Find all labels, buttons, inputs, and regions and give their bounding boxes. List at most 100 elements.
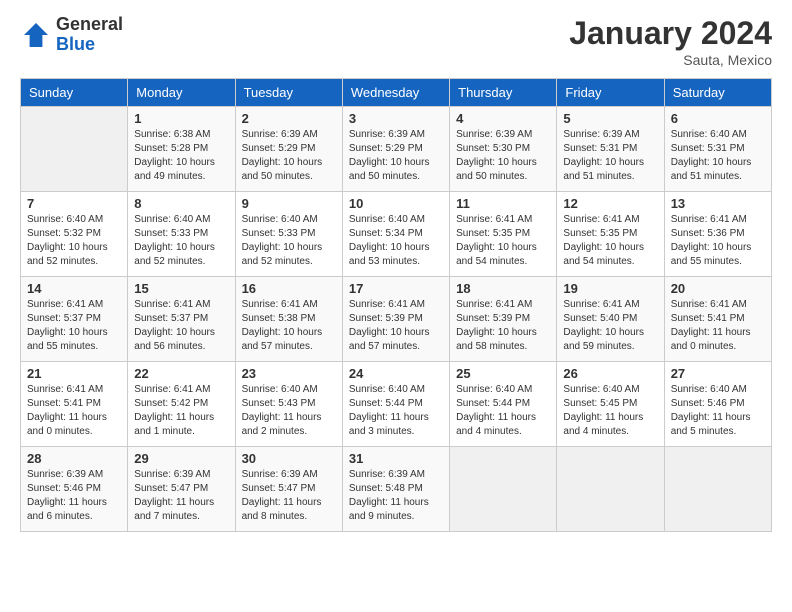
day-info: Sunrise: 6:40 AMSunset: 5:33 PMDaylight:… [242, 213, 336, 269]
day-info: Sunrise: 6:39 AMSunset: 5:29 PMDaylight:… [349, 128, 443, 184]
week-row-4: 21Sunrise: 6:41 AMSunset: 5:41 PMDayligh… [21, 362, 772, 447]
header-monday: Monday [128, 79, 235, 107]
header-sunday: Sunday [21, 79, 128, 107]
table-row: 24 Sunrise: 6:40 AMSunset: 5:44 PMDayligh… [342, 362, 449, 447]
table-row: 4 Sunrise: 6:39 AMSunset: 5:30 PMDaylight… [450, 107, 557, 192]
table-row: 20Sunrise: 6:41 AMSunset: 5:41 PMDayligh… [664, 277, 771, 362]
day-info: Sunrise: 6:40 AMSunset: 5:44 PMDaylight:… [349, 383, 443, 439]
day-number: 31 [349, 451, 443, 466]
table-row: 19Sunrise: 6:41 AMSunset: 5:40 PMDayligh… [557, 277, 664, 362]
day-number: 24 [349, 366, 443, 381]
table-row: 27 Sunrise: 6:40 AMSunset: 5:46 PMDayligh… [664, 362, 771, 447]
table-row: 5Sunrise: 6:39 AMSunset: 5:31 PMDaylight… [557, 107, 664, 192]
header-wednesday: Wednesday [342, 79, 449, 107]
logo-blue: Blue [56, 35, 123, 55]
day-number: 14 [27, 281, 121, 296]
header-thursday: Thursday [450, 79, 557, 107]
table-row: 17 Sunrise: 6:41 AMSunset: 5:39 PMDayligh… [342, 277, 449, 362]
table-row: 3 Sunrise: 6:39 AMSunset: 5:29 PMDaylight… [342, 107, 449, 192]
table-row: 11 Sunrise: 6:41 AMSunset: 5:35 PMDayligh… [450, 192, 557, 277]
day-number: 29 [134, 451, 228, 466]
table-row: 31Sunrise: 6:39 AMSunset: 5:48 PMDayligh… [342, 447, 449, 532]
table-row: 2Sunrise: 6:39 AMSunset: 5:29 PMDaylight… [235, 107, 342, 192]
day-number: 25 [456, 366, 550, 381]
table-row: 13 Sunrise: 6:41 AMSunset: 5:36 PMDayligh… [664, 192, 771, 277]
day-info: Sunrise: 6:39 AMSunset: 5:29 PMDaylight:… [242, 128, 336, 184]
day-number: 19 [563, 281, 657, 296]
page-header: General Blue January 2024 Sauta, Mexico [20, 15, 772, 68]
day-info: Sunrise: 6:39 AMSunset: 5:30 PMDaylight:… [456, 128, 550, 184]
day-info: Sunrise: 6:40 AMSunset: 5:46 PMDaylight:… [671, 383, 765, 439]
header-tuesday: Tuesday [235, 79, 342, 107]
day-info: Sunrise: 6:41 AMSunset: 5:35 PMDaylight:… [456, 213, 550, 269]
day-info: Sunrise: 6:41 AMSunset: 5:42 PMDaylight:… [134, 383, 228, 439]
day-info: Sunrise: 6:38 AMSunset: 5:28 PMDaylight:… [134, 128, 228, 184]
day-number: 10 [349, 196, 443, 211]
week-row-2: 7 Sunrise: 6:40 AMSunset: 5:32 PMDaylight… [21, 192, 772, 277]
week-row-3: 14 Sunrise: 6:41 AMSunset: 5:37 PMDayligh… [21, 277, 772, 362]
table-row: 25 Sunrise: 6:40 AMSunset: 5:44 PMDayligh… [450, 362, 557, 447]
location-subtitle: Sauta, Mexico [569, 52, 772, 68]
day-number: 23 [242, 366, 336, 381]
logo-general: General [56, 15, 123, 35]
table-row: 28Sunrise: 6:39 AMSunset: 5:46 PMDayligh… [21, 447, 128, 532]
table-row: 14 Sunrise: 6:41 AMSunset: 5:37 PMDayligh… [21, 277, 128, 362]
day-number: 16 [242, 281, 336, 296]
header-saturday: Saturday [664, 79, 771, 107]
table-row: 22 Sunrise: 6:41 AMSunset: 5:42 PMDayligh… [128, 362, 235, 447]
table-row: 9Sunrise: 6:40 AMSunset: 5:33 PMDaylight… [235, 192, 342, 277]
table-row: 30 Sunrise: 6:39 AMSunset: 5:47 PMDayligh… [235, 447, 342, 532]
calendar-table: SundayMondayTuesdayWednesdayThursdayFrid… [20, 78, 772, 532]
day-info: Sunrise: 6:40 AMSunset: 5:33 PMDaylight:… [134, 213, 228, 269]
table-row [450, 447, 557, 532]
table-row: 10 Sunrise: 6:40 AMSunset: 5:34 PMDayligh… [342, 192, 449, 277]
day-number: 18 [456, 281, 550, 296]
day-number: 11 [456, 196, 550, 211]
day-number: 17 [349, 281, 443, 296]
day-info: Sunrise: 6:40 AMSunset: 5:43 PMDaylight:… [242, 383, 336, 439]
day-info: Sunrise: 6:40 AMSunset: 5:34 PMDaylight:… [349, 213, 443, 269]
day-info: Sunrise: 6:40 AMSunset: 5:31 PMDaylight:… [671, 128, 765, 184]
table-row: 15 Sunrise: 6:41 AMSunset: 5:37 PMDayligh… [128, 277, 235, 362]
table-row: 21Sunrise: 6:41 AMSunset: 5:41 PMDayligh… [21, 362, 128, 447]
table-row [557, 447, 664, 532]
day-info: Sunrise: 6:40 AMSunset: 5:45 PMDaylight:… [563, 383, 657, 439]
table-row: 16 Sunrise: 6:41 AMSunset: 5:38 PMDayligh… [235, 277, 342, 362]
day-number: 20 [671, 281, 765, 296]
table-row: 18Sunrise: 6:41 AMSunset: 5:39 PMDayligh… [450, 277, 557, 362]
day-info: Sunrise: 6:40 AMSunset: 5:44 PMDaylight:… [456, 383, 550, 439]
day-info: Sunrise: 6:41 AMSunset: 5:37 PMDaylight:… [134, 298, 228, 354]
day-info: Sunrise: 6:40 AMSunset: 5:32 PMDaylight:… [27, 213, 121, 269]
table-row: 1 Sunrise: 6:38 AMSunset: 5:28 PMDaylight… [128, 107, 235, 192]
day-info: Sunrise: 6:41 AMSunset: 5:36 PMDaylight:… [671, 213, 765, 269]
header-friday: Friday [557, 79, 664, 107]
day-info: Sunrise: 6:39 AMSunset: 5:47 PMDaylight:… [242, 468, 336, 524]
day-number: 21 [27, 366, 121, 381]
logo-text: General Blue [56, 15, 123, 55]
day-number: 8 [134, 196, 228, 211]
day-number: 15 [134, 281, 228, 296]
table-row: 12Sunrise: 6:41 AMSunset: 5:35 PMDayligh… [557, 192, 664, 277]
day-number: 27 [671, 366, 765, 381]
day-number: 7 [27, 196, 121, 211]
table-row: 23 Sunrise: 6:40 AMSunset: 5:43 PMDayligh… [235, 362, 342, 447]
day-number: 12 [563, 196, 657, 211]
day-number: 28 [27, 451, 121, 466]
day-number: 4 [456, 111, 550, 126]
day-info: Sunrise: 6:41 AMSunset: 5:38 PMDaylight:… [242, 298, 336, 354]
table-row [664, 447, 771, 532]
day-number: 22 [134, 366, 228, 381]
day-number: 3 [349, 111, 443, 126]
day-number: 5 [563, 111, 657, 126]
day-number: 30 [242, 451, 336, 466]
day-number: 13 [671, 196, 765, 211]
day-number: 1 [134, 111, 228, 126]
day-info: Sunrise: 6:41 AMSunset: 5:39 PMDaylight:… [349, 298, 443, 354]
day-info: Sunrise: 6:41 AMSunset: 5:37 PMDaylight:… [27, 298, 121, 354]
week-row-5: 28Sunrise: 6:39 AMSunset: 5:46 PMDayligh… [21, 447, 772, 532]
table-row: 26Sunrise: 6:40 AMSunset: 5:45 PMDayligh… [557, 362, 664, 447]
table-row: 8 Sunrise: 6:40 AMSunset: 5:33 PMDaylight… [128, 192, 235, 277]
table-row: 6Sunrise: 6:40 AMSunset: 5:31 PMDaylight… [664, 107, 771, 192]
calendar-header-row: SundayMondayTuesdayWednesdayThursdayFrid… [21, 79, 772, 107]
month-year-title: January 2024 [569, 15, 772, 52]
